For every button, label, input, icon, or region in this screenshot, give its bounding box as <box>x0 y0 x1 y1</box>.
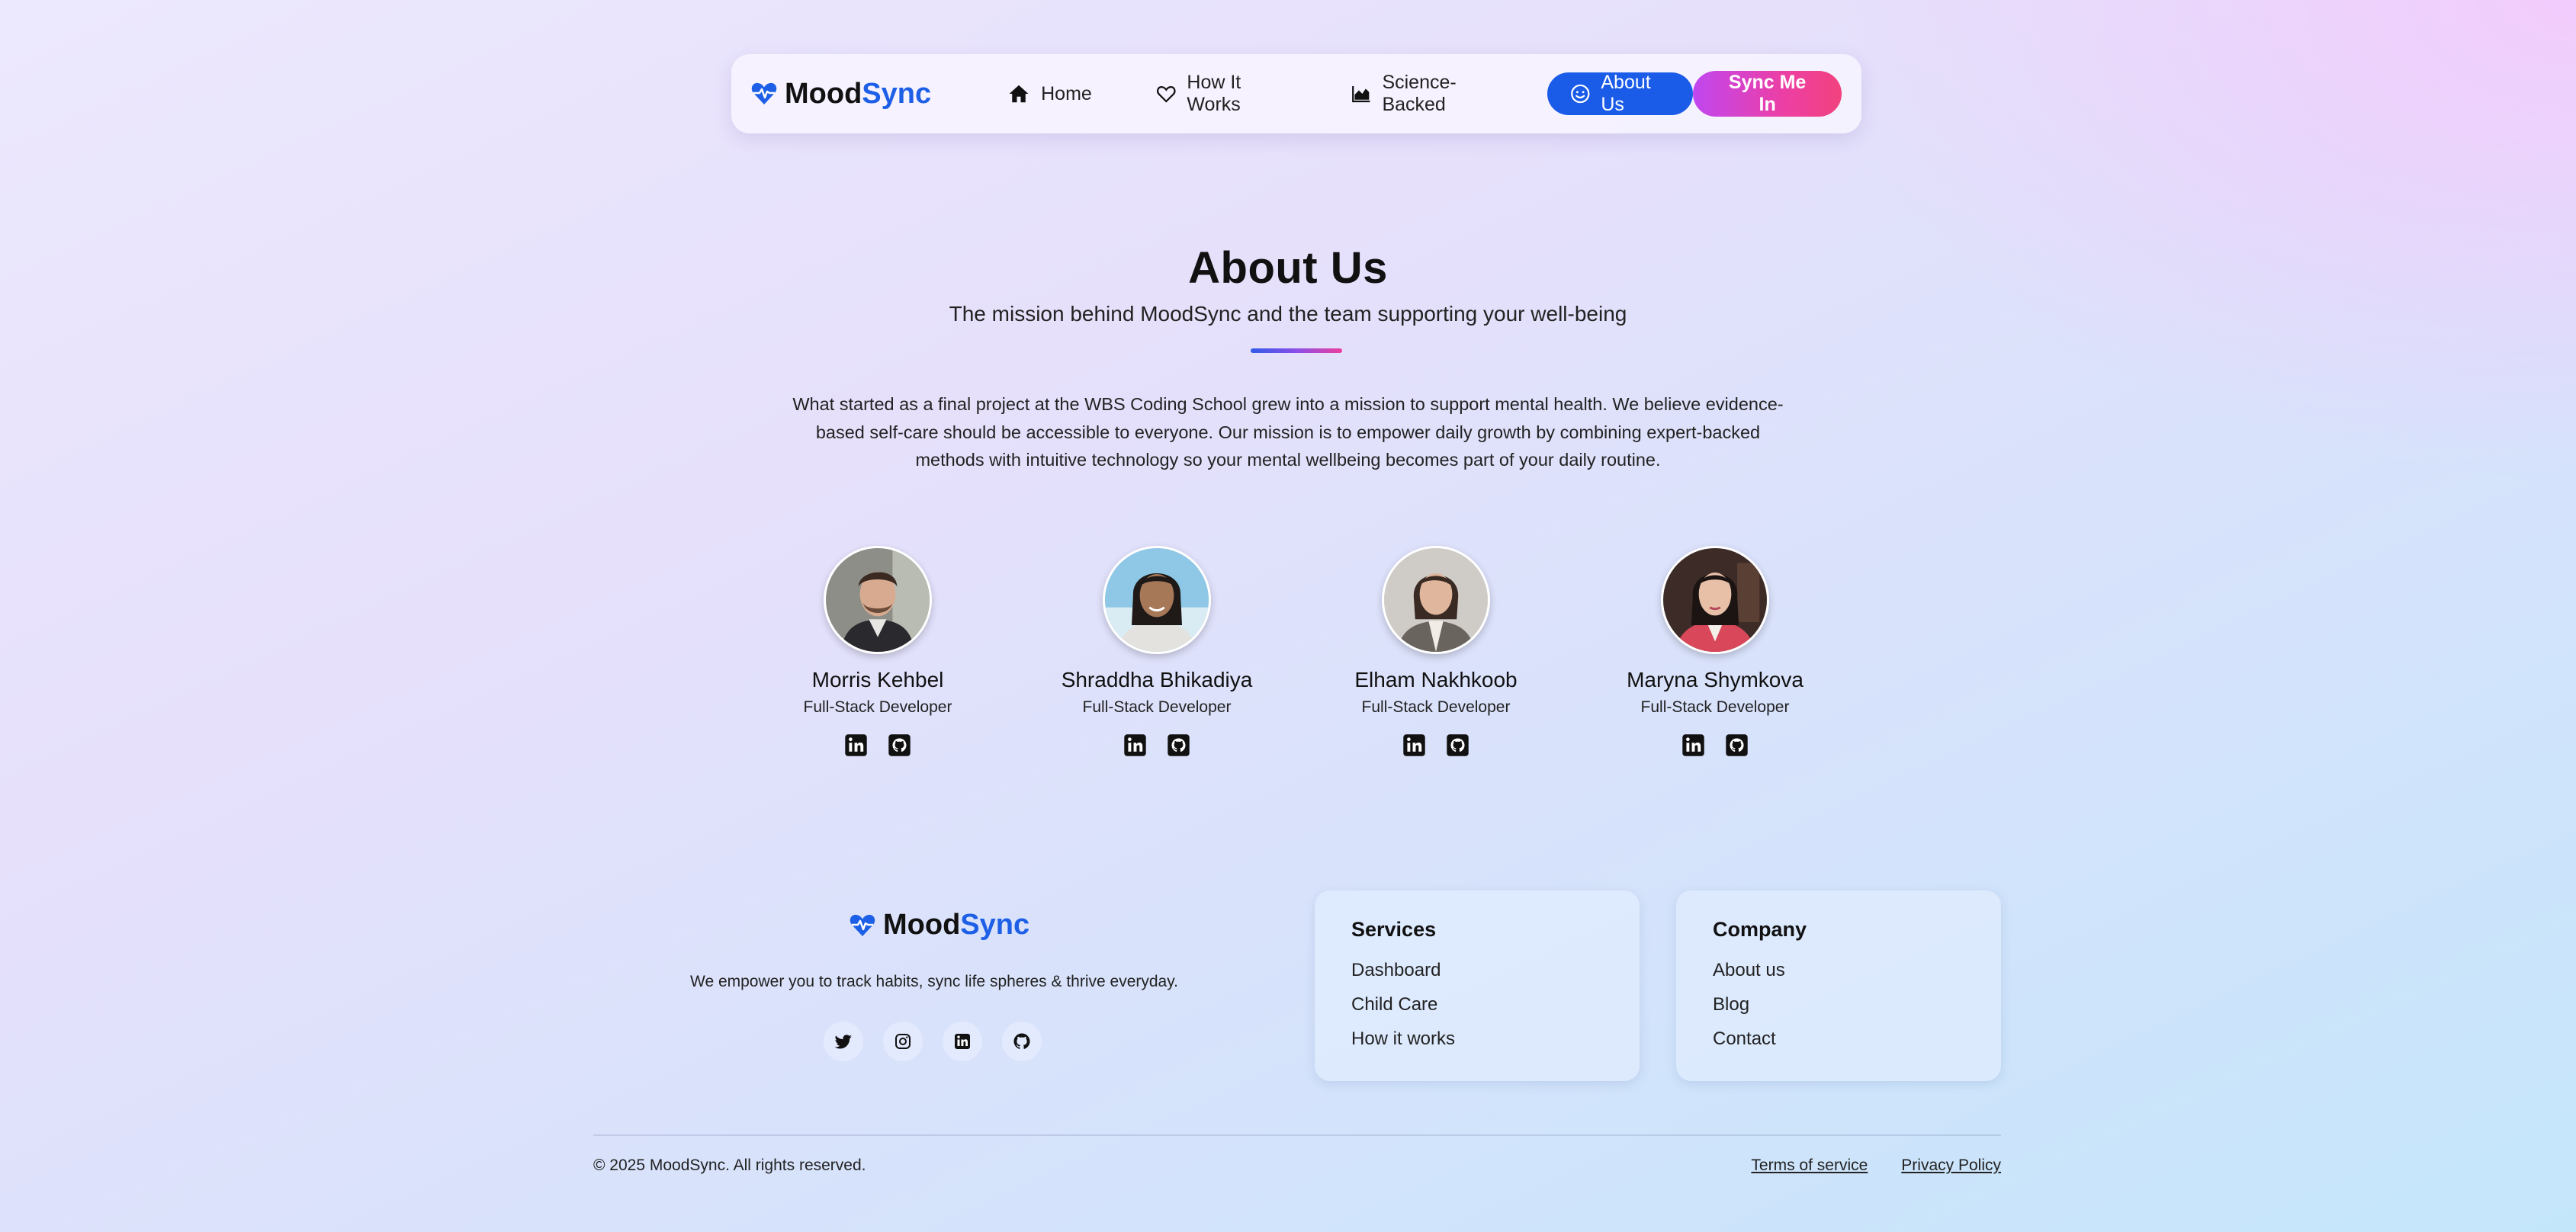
footer-link-child-care[interactable]: Child Care <box>1351 994 1603 1015</box>
brand-name-part2: Sync <box>862 77 932 110</box>
avatar-photo <box>1384 548 1488 652</box>
terms-of-service-link[interactable]: Terms of service <box>1751 1157 1868 1175</box>
avatar <box>824 546 932 654</box>
heart-pulse-icon <box>850 914 875 936</box>
linkedin-icon[interactable] <box>1123 733 1147 757</box>
about-page: MoodSync Home How It Works Science-Backe… <box>0 0 2576 1232</box>
home-icon <box>1009 85 1029 103</box>
avatar <box>1661 546 1769 654</box>
member-socials <box>1020 733 1294 757</box>
heart-pulse-icon <box>751 82 777 104</box>
team-member-card: Elham Nakhkoob Full-Stack Developer <box>1299 546 1573 757</box>
footer-socials <box>824 1022 1042 1061</box>
footer-link-how-it-works[interactable]: How it works <box>1351 1028 1603 1050</box>
github-icon[interactable] <box>1725 733 1749 757</box>
member-role: Full-Stack Developer <box>1082 698 1232 716</box>
member-socials <box>1299 733 1573 757</box>
privacy-policy-link[interactable]: Privacy Policy <box>1901 1157 2001 1175</box>
copyright: © 2025 MoodSync. All rights reserved. <box>593 1157 866 1174</box>
nav-how-it-works-label: How It Works <box>1187 72 1241 115</box>
page-subtitle: The mission behind MoodSync and the team… <box>949 302 1627 326</box>
team-member-card: Maryna Shymkova Full-Stack Developer <box>1578 546 1852 757</box>
title-divider <box>1251 348 1342 353</box>
member-name: Morris Kehbel <box>811 668 944 691</box>
footer-brand-part2: Sync <box>960 909 1030 941</box>
footer-link-contact[interactable]: Contact <box>1713 1028 1964 1050</box>
sync-me-in-button[interactable]: Sync Me In <box>1693 71 1842 117</box>
nav-home-label: Home <box>1041 82 1092 104</box>
team-member-card: Morris Kehbel Full-Stack Developer <box>740 546 1015 757</box>
member-name: Shraddha Bhikadiya <box>1061 668 1253 691</box>
navbar: MoodSync Home How It Works Science-Backe… <box>731 54 1861 133</box>
member-name: Maryna Shymkova <box>1627 668 1804 691</box>
avatar-photo <box>826 548 930 652</box>
footer-brand-part1: Mood <box>883 909 961 941</box>
legal-links: Terms of service Privacy Policy <box>1751 1157 2001 1175</box>
chart-area-icon <box>1351 86 1370 103</box>
footer-divider <box>593 1134 2001 1136</box>
footer-link-about-us[interactable]: About us <box>1713 960 1964 981</box>
member-role: Full-Stack Developer <box>1361 698 1511 716</box>
nav-how-it-works[interactable]: How It Works <box>1135 72 1309 115</box>
company-heading: Company <box>1713 918 1807 941</box>
services-card: Services Dashboard Child Care How it wor… <box>1315 890 1640 1081</box>
linkedin-icon[interactable] <box>1681 733 1705 757</box>
linkedin-icon[interactable] <box>943 1022 982 1061</box>
avatar <box>1103 546 1211 654</box>
heart-icon <box>1156 86 1176 103</box>
company-card: Company About us Blog Contact <box>1676 890 2001 1081</box>
footer-link-blog[interactable]: Blog <box>1713 994 1964 1015</box>
footer-logo[interactable]: MoodSync <box>850 909 1029 942</box>
avatar-photo <box>1663 548 1767 652</box>
nav-science-backed-label: Science-Backed <box>1382 72 1457 115</box>
brand-logo[interactable]: MoodSync <box>751 78 931 111</box>
member-role: Full-Stack Developer <box>803 698 952 716</box>
footer-tagline: We empower you to track habits, sync lif… <box>690 973 1178 990</box>
nav-links: Home How It Works Science-Backed About U… <box>986 72 1694 115</box>
instagram-icon[interactable] <box>883 1022 923 1061</box>
linkedin-icon[interactable] <box>1402 733 1426 757</box>
github-icon[interactable] <box>1002 1022 1042 1061</box>
nav-home[interactable]: Home <box>986 72 1113 115</box>
footer-link-dashboard[interactable]: Dashboard <box>1351 960 1603 981</box>
member-socials <box>1578 733 1852 757</box>
member-name: Elham Nakhkoob <box>1354 668 1518 691</box>
member-role: Full-Stack Developer <box>1640 698 1790 716</box>
services-heading: Services <box>1351 918 1437 941</box>
nav-about-us[interactable]: About Us <box>1547 72 1694 115</box>
avatar <box>1382 546 1490 654</box>
brand-name-part1: Mood <box>785 77 862 110</box>
mission-text: What started as a final project at the W… <box>792 394 1784 470</box>
page-title: About Us <box>1188 243 1388 293</box>
avatar-photo <box>1105 548 1209 652</box>
nav-science-backed[interactable]: Science-Backed <box>1330 72 1526 115</box>
nav-about-us-label: About Us <box>1601 72 1651 115</box>
member-socials <box>740 733 1015 757</box>
twitter-icon[interactable] <box>824 1022 863 1061</box>
github-icon[interactable] <box>888 733 911 757</box>
github-icon[interactable] <box>1167 733 1190 757</box>
linkedin-icon[interactable] <box>844 733 868 757</box>
github-icon[interactable] <box>1446 733 1469 757</box>
team-member-card: Shraddha Bhikadiya Full-Stack Developer <box>1020 546 1294 757</box>
smile-icon <box>1570 84 1590 104</box>
